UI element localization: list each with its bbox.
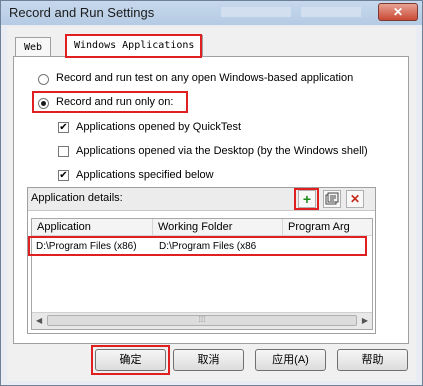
add-application-icon[interactable]: +	[298, 190, 316, 208]
application-details-group: Application details: + ✕ Application Wor…	[27, 187, 376, 334]
properties-icon[interactable]	[323, 190, 341, 208]
check-specified[interactable]: ✔	[58, 170, 69, 181]
title-bar[interactable]: Record and Run Settings ✕	[1, 1, 422, 25]
column-application[interactable]: Application	[32, 219, 153, 236]
tab-windows-applications[interactable]: Windows Applications	[65, 35, 204, 57]
row-working-folder[interactable]: D:\Program Files (x86	[155, 239, 287, 255]
check-quicktest[interactable]: ✔	[58, 122, 69, 133]
scroll-left-icon[interactable]: ◀	[36, 316, 42, 325]
help-button[interactable]: 帮助	[337, 349, 408, 371]
column-program-args[interactable]: Program Arg	[283, 219, 372, 236]
ok-button[interactable]: 确定	[95, 349, 166, 371]
radio-only-on[interactable]	[38, 98, 49, 109]
check-specified-label: Applications specified below	[76, 169, 214, 181]
details-toolbar: Application details: + ✕	[28, 188, 375, 211]
close-button[interactable]: ✕	[378, 3, 418, 21]
settings-window: Record and Run Settings ✕ Web Windows Ap…	[0, 0, 423, 386]
tab-web[interactable]: Web	[15, 37, 52, 57]
radio-any-application-label: Record and run test on any open Windows-…	[56, 72, 354, 84]
apply-button[interactable]: 应用(A)	[255, 349, 326, 371]
cancel-button[interactable]: 取消	[173, 349, 244, 371]
scroll-right-icon[interactable]: ▶	[362, 316, 368, 325]
details-label: Application details:	[31, 192, 123, 204]
radio-any-application[interactable]	[38, 74, 49, 85]
title-bar-blur	[221, 7, 291, 17]
application-list[interactable]: Application Working Folder Program Arg D…	[31, 218, 373, 330]
title-bar-blur-2	[301, 7, 361, 17]
column-working-folder[interactable]: Working Folder	[153, 219, 283, 236]
window-title: Record and Run Settings	[9, 5, 155, 20]
check-desktop[interactable]	[58, 146, 69, 157]
dialog-body: Web Windows Applications Record and run …	[7, 27, 416, 381]
horizontal-scrollbar[interactable]: ◀ ⁞⁞⁞ ▶	[32, 312, 372, 329]
radio-only-on-label: Record and run only on:	[56, 96, 174, 108]
check-quicktest-label: Applications opened by QuickTest	[76, 121, 242, 133]
delete-icon[interactable]: ✕	[346, 190, 364, 208]
scroll-thumb[interactable]: ⁞⁞⁞	[47, 315, 357, 326]
check-desktop-label: Applications opened via the Desktop (by …	[76, 145, 368, 157]
row-application[interactable]: D:\Program Files (x86)	[32, 239, 156, 255]
